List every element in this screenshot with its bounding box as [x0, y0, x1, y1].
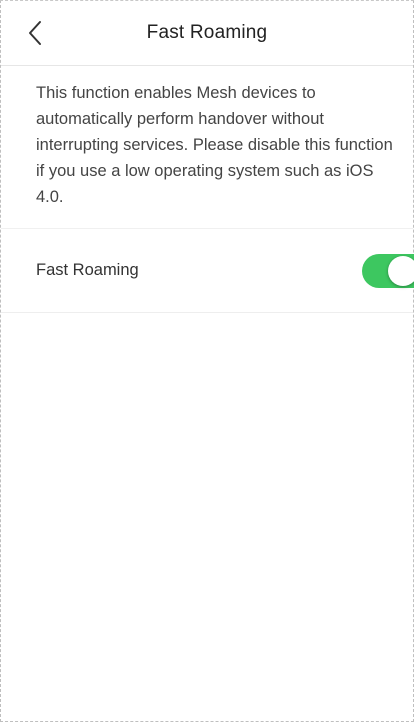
feature-description: This function enables Mesh devices to au…: [1, 66, 413, 229]
navigation-bar: Fast Roaming: [1, 1, 413, 66]
fast-roaming-screen: Fast Roaming This function enables Mesh …: [0, 0, 414, 722]
page-title: Fast Roaming: [146, 22, 268, 43]
fast-roaming-toggle[interactable]: [362, 253, 414, 288]
back-button[interactable]: [21, 15, 49, 51]
chevron-left-icon: [29, 21, 41, 45]
fast-roaming-setting-row: Fast Roaming: [1, 229, 414, 313]
toggle-knob: [388, 255, 414, 286]
fast-roaming-label: Fast Roaming: [36, 261, 139, 279]
